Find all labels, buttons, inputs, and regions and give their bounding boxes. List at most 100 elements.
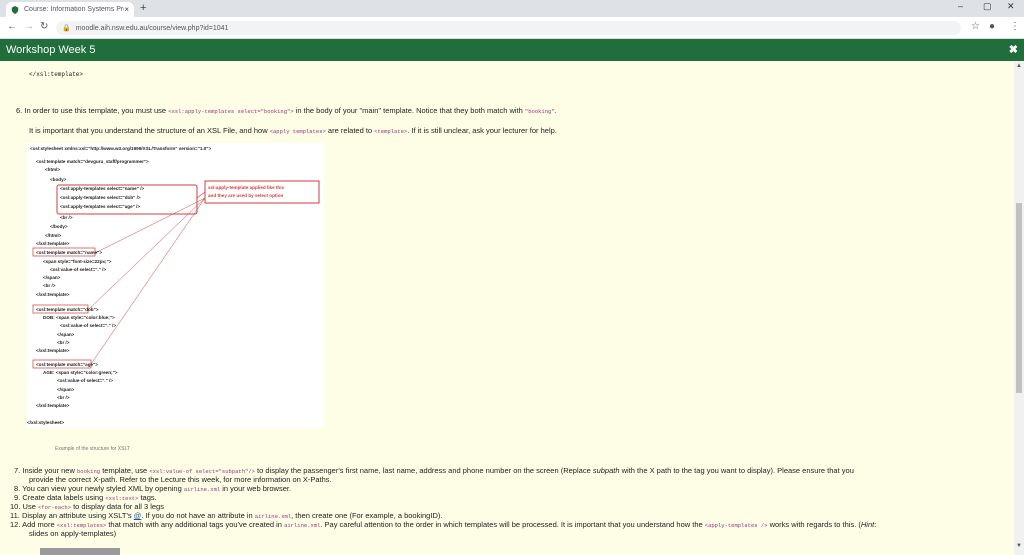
modal-content: </xsl:template> 6. In order to use this …	[0, 61, 1014, 555]
figure-code-line: </xsl:template>	[36, 403, 70, 408]
step-text: to display data for all 3 legs	[73, 502, 164, 511]
code-inline: <xsl:text>	[105, 495, 139, 502]
step-8: 8. You can view your newly styled XML by…	[14, 484, 291, 493]
code-inline: <template>	[374, 128, 408, 135]
emphasis: subpath	[592, 466, 620, 475]
url-text: moodle.aih.nsw.edu.au/course/view.php?id…	[75, 24, 229, 32]
figure-code-line: <br />	[60, 215, 73, 220]
browser-toolbar: ← → ↻ 🔒 moodle.aih.nsw.edu.au/course/vie…	[0, 17, 1024, 39]
code-inline: booking	[76, 468, 101, 475]
figure-code-line: </body>	[50, 224, 68, 229]
step-text: in your web browser.	[222, 484, 292, 493]
scroll-up-icon[interactable]: ▲	[1016, 63, 1022, 69]
maximize-button[interactable]: ▢	[983, 1, 992, 12]
modal-header: Workshop Week 5	[0, 39, 1024, 61]
step-number: 9.	[14, 493, 21, 502]
new-tab-button[interactable]: +	[140, 2, 146, 14]
step-text: Add more	[22, 520, 55, 529]
profile-icon[interactable]: ●	[989, 21, 995, 32]
modal-close-button[interactable]: ✖	[1009, 43, 1018, 56]
step-6: 6. In order to use this template, you mu…	[16, 106, 557, 115]
figure-caption: Example of the structure for XSLT	[55, 446, 130, 452]
step-text: to display the passenger's first name, l…	[257, 466, 591, 475]
browser-tab[interactable]: Course: Information Systems Pro ×	[6, 2, 134, 17]
partial-image	[40, 548, 120, 555]
note-text: are related to	[327, 126, 373, 135]
scrollbar-thumb[interactable]	[1016, 203, 1022, 393]
menu-icon[interactable]: ⋮	[1010, 21, 1020, 32]
code-inline: <apply-templates />	[704, 522, 768, 529]
figure-code-line: </span>	[43, 275, 61, 280]
step-text: Display an attribute using XSLT's	[21, 511, 132, 520]
step-number: 11.	[10, 511, 20, 520]
forward-icon[interactable]: →	[24, 21, 34, 32]
figure-code-line: <xsl:value-of select="." />	[60, 323, 117, 328]
xslt-structure-figure: <xsl:stylesheet xmlns:xsl="http://www.w3…	[27, 143, 324, 428]
step-number: 7.	[14, 466, 21, 475]
step-number: 8.	[14, 484, 21, 493]
bookmark-star-icon[interactable]: ☆	[971, 21, 980, 32]
figure-code-line: </xsl:stylesheet>	[27, 420, 65, 425]
note-text: . If it is still unclear, ask your lectu…	[407, 126, 557, 135]
step-text: Create data labels using	[22, 493, 104, 502]
step-text: .	[554, 106, 557, 115]
code-inline: airline.xml	[254, 513, 292, 520]
figure-code-line: <xsl:stylesheet xmlns:xsl="http://www.w3…	[30, 146, 212, 151]
minimize-button[interactable]: –	[958, 1, 963, 11]
important-note: It is important that you understand the …	[29, 126, 557, 135]
lock-icon: 🔒	[62, 25, 71, 32]
close-window-button[interactable]: ✕	[1007, 1, 1015, 12]
step-text: works with regards to this. (	[769, 520, 861, 529]
figure-code-line: <xsl:apply-templates select="name" />	[60, 186, 145, 191]
step-10: 10. Use <for-each> to display data for a…	[10, 502, 164, 511]
step-text: You can view your newly styled XML by op…	[22, 484, 182, 493]
step-text: template, use	[102, 466, 148, 475]
moodle-shield-icon	[11, 5, 19, 14]
callout-text: xsl:apply-template applied like this	[208, 185, 285, 190]
note-text: It is important that you understand the …	[29, 126, 268, 135]
figure-code-line: </xsl:template>	[36, 292, 70, 297]
tab-close-icon[interactable]: ×	[124, 5, 129, 14]
step-text: tags.	[140, 493, 157, 502]
step-11: 11. Display an attribute using XSLT's @.…	[10, 511, 442, 520]
scroll-down-icon[interactable]: ▼	[1016, 543, 1022, 549]
code-inline: <apply templates>	[269, 128, 326, 135]
code-inline: "booking"	[524, 108, 555, 115]
step-text: :	[874, 520, 877, 529]
address-bar[interactable]: 🔒 moodle.aih.nsw.edu.au/course/view.php?…	[56, 21, 961, 35]
step-text: In order to use this template, you must …	[24, 106, 167, 115]
code-inline: airline.xml	[183, 486, 221, 493]
emphasis: Hint	[860, 520, 875, 529]
figure-code-line: <span style="font-size=22px;">	[43, 259, 112, 264]
figure-code-line: </xsl:template>	[36, 241, 70, 246]
figure-code-line: <xsl:apply-templates select="age" />	[60, 204, 141, 209]
figure-code-line: <xsl:template match="age">	[36, 362, 98, 367]
figure-code-line: <br />	[57, 340, 70, 345]
step-text: Inside your new	[22, 466, 75, 475]
code-inline: airline.xml	[284, 522, 321, 529]
scrollbar[interactable]: ▲ ▼	[1014, 61, 1024, 555]
step-text: with the X path to the tag you want to d…	[621, 466, 854, 475]
code-inline: <for-each>	[37, 504, 71, 511]
figure-code-line: </span>	[57, 387, 75, 392]
tab-title: Course: Information Systems Pro	[24, 6, 125, 13]
figure-code-line: <xsl:template match="name">	[36, 250, 103, 255]
browser-tab-bar: Course: Information Systems Pro × + – ▢ …	[0, 0, 1024, 17]
reload-icon[interactable]: ↻	[40, 21, 48, 32]
figure-code-line: <html>	[45, 167, 61, 172]
step-text: in the body of your "main" template. Not…	[295, 106, 523, 115]
figure-code-line: <xsl:apply-templates select="dob" />	[60, 195, 141, 200]
step-text: . If you do not have an attribute in	[141, 511, 253, 520]
step-12: 12. Add more <xsl:templates> that match …	[10, 520, 876, 529]
figure-code-line: <xsl:value-of select="." />	[57, 378, 114, 383]
step-number: 6.	[16, 106, 23, 115]
figure-code-line: <body>	[50, 177, 67, 182]
figure-code-line: DOB: <span style="color:blue;">	[43, 315, 115, 320]
step-12-line-2: slides on apply-templates)	[29, 529, 117, 538]
figure-code-line: <br />	[43, 283, 56, 288]
step-text: Use	[22, 502, 36, 511]
back-icon[interactable]: ←	[7, 21, 17, 32]
step-text: , then create one (For example, a bookin…	[291, 511, 443, 520]
step-text: . Pay careful attention to the order in …	[320, 520, 703, 529]
figure-code-line: </xsl:template>	[36, 348, 70, 353]
